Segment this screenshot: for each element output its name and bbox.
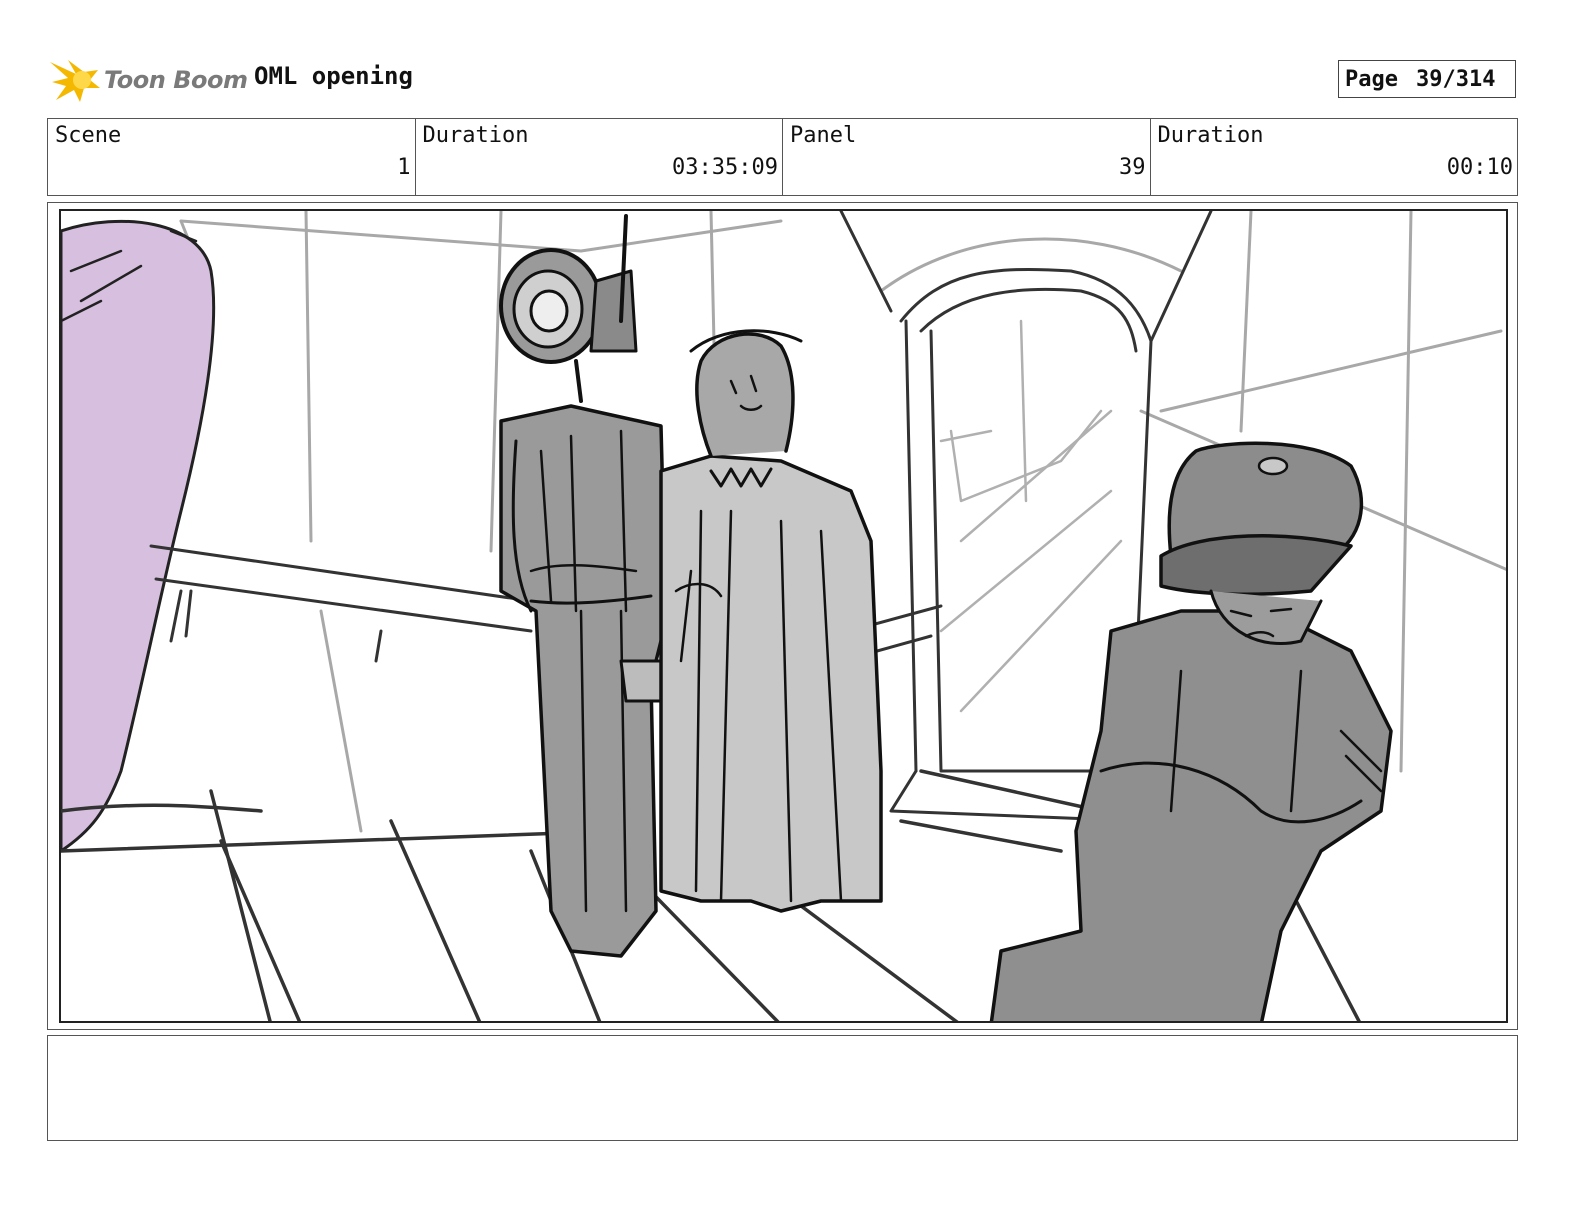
- robot-figure: [499, 404, 668, 958]
- logo-text: Toon Boom: [104, 66, 248, 94]
- doorway-interior: [939, 319, 1123, 713]
- panel-info-bar: Scene 1 Duration 03:35:09 Panel 39 Durat…: [47, 118, 1518, 196]
- scene-duration-label: Duration: [422, 123, 529, 148]
- document-title: OML opening: [254, 62, 413, 90]
- panel-duration-value: 00:10: [1446, 155, 1513, 180]
- panel-cell: Panel 39: [783, 119, 1151, 195]
- page-value: 39/314: [1415, 66, 1496, 92]
- toon-boom-logo: Toon Boom: [50, 56, 248, 106]
- panel-value: 39: [1119, 155, 1146, 180]
- page-label: Page: [1345, 66, 1398, 92]
- scene-duration-cell: Duration 03:35:09: [416, 119, 783, 195]
- storyboard-panel-image: [59, 209, 1508, 1023]
- scene-label: Scene: [55, 123, 122, 148]
- panel-notes-box: [47, 1035, 1518, 1141]
- page-indicator: Page 39/314: [1338, 60, 1516, 98]
- panel-duration-cell: Duration 00:10: [1151, 119, 1518, 195]
- scene-value: 1: [397, 155, 411, 180]
- foreground-purple-shape: [61, 219, 216, 853]
- panel-label: Panel: [790, 123, 857, 148]
- scene-duration-value: 03:35:09: [672, 155, 778, 180]
- logo-star-icon: [50, 60, 100, 102]
- guard-figure: [989, 441, 1393, 1021]
- lamp: [499, 214, 638, 403]
- robed-figure: [659, 329, 883, 913]
- panel-duration-label: Duration: [1157, 123, 1264, 148]
- sketch-drawing: [61, 211, 1506, 1021]
- scene-cell: Scene 1: [48, 119, 416, 195]
